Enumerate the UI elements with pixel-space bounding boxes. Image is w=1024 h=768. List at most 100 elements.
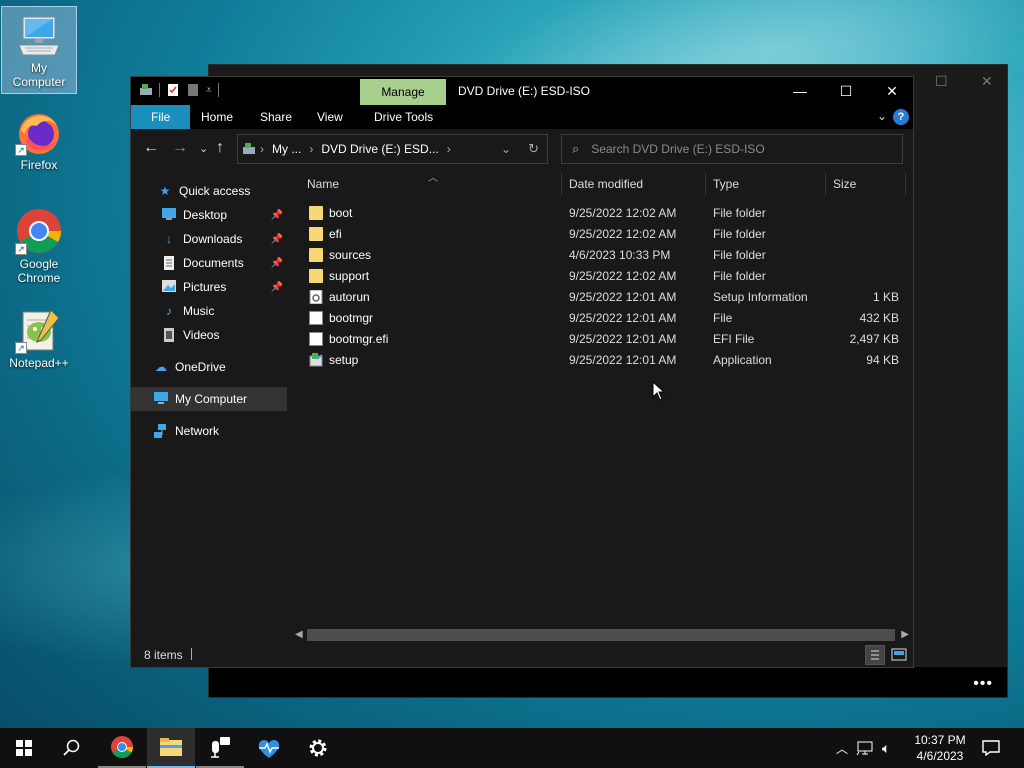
desktop-icon-label: Google Chrome: [17, 257, 61, 285]
tab-home[interactable]: Home: [187, 105, 247, 129]
nav-desktop[interactable]: Desktop 📌: [131, 203, 287, 227]
network-status-icon[interactable]: [856, 740, 874, 756]
tab-view[interactable]: View: [303, 105, 357, 129]
help-icon[interactable]: ?: [893, 109, 909, 125]
column-header-size[interactable]: Size: [833, 169, 856, 199]
maximize-icon[interactable]: ☐: [935, 73, 948, 90]
clock-time: 10:37 PM: [914, 733, 966, 747]
table-row[interactable]: boot 9/25/2022 12:02 AM File folder: [291, 203, 903, 224]
nav-label: Quick access: [179, 184, 251, 198]
file-type: File: [713, 311, 733, 325]
column-header-name[interactable]: Name: [307, 169, 339, 199]
desktop-icon-my-computer[interactable]: My Computer: [1, 6, 77, 94]
breadcrumb-my-computer[interactable]: My ...: [272, 142, 301, 156]
item-count: 8 items: [144, 648, 183, 662]
address-history-icon[interactable]: ⌄: [501, 142, 511, 156]
search-button[interactable]: [48, 728, 96, 768]
desktop-icon-chrome[interactable]: ↗ Google Chrome: [1, 203, 77, 289]
horizontal-scrollbar[interactable]: ◀ ▶: [291, 627, 913, 643]
column-header-date[interactable]: Date modified: [569, 169, 643, 199]
new-folder-icon[interactable]: [186, 83, 200, 97]
nav-label: OneDrive: [175, 360, 226, 374]
separator: [217, 83, 219, 97]
notifications-button[interactable]: [968, 728, 1014, 768]
start-button[interactable]: [0, 728, 48, 768]
large-icons-view-button[interactable]: [889, 645, 909, 665]
file-name: sources: [329, 248, 372, 262]
table-row[interactable]: support 9/25/2022 12:02 AM File folder: [291, 266, 903, 287]
breadcrumb-dvd-drive[interactable]: DVD Drive (E:) ESD...: [321, 142, 438, 156]
computer-icon: [15, 11, 63, 59]
pin-icon[interactable]: 📌: [271, 210, 283, 221]
desktop-icon-notepadpp[interactable]: ↗ Notepad++: [1, 302, 77, 374]
search-input[interactable]: [591, 142, 872, 156]
file-date: 9/25/2022 12:01 AM: [569, 332, 677, 346]
column-divider[interactable]: [905, 173, 906, 195]
tab-share[interactable]: Share: [246, 105, 306, 129]
desktop-icon-label: My Computer: [12, 61, 66, 89]
table-row[interactable]: autorun 9/25/2022 12:01 AM Setup Informa…: [291, 287, 903, 308]
properties-icon[interactable]: [166, 83, 180, 97]
taskbar-voice-recorder[interactable]: [196, 728, 244, 768]
nav-videos[interactable]: Videos: [131, 323, 287, 347]
clock[interactable]: 10:37 PM 4/6/2023: [908, 732, 972, 764]
table-row[interactable]: setup 9/25/2022 12:01 AM Application 94 …: [291, 350, 903, 371]
tab-drive-tools[interactable]: Drive Tools: [360, 105, 447, 129]
minimize-button[interactable]: —: [777, 77, 823, 105]
show-hidden-icons-icon[interactable]: ︿: [836, 740, 848, 757]
file-type: File folder: [713, 206, 766, 220]
recent-locations-icon[interactable]: ⌄: [199, 142, 208, 155]
search-box[interactable]: ⌕: [561, 134, 903, 164]
back-button[interactable]: ←: [143, 139, 159, 157]
nav-pictures[interactable]: Pictures 📌: [131, 275, 287, 299]
taskbar-health-app[interactable]: [245, 728, 293, 768]
taskbar-file-explorer[interactable]: [147, 728, 195, 768]
nav-onedrive[interactable]: ☁ OneDrive: [131, 355, 287, 379]
table-row[interactable]: efi 9/25/2022 12:02 AM File folder: [291, 224, 903, 245]
close-button[interactable]: ✕: [869, 77, 915, 105]
details-view-button[interactable]: [865, 645, 885, 665]
scroll-right-icon[interactable]: ▶: [901, 627, 909, 643]
close-icon[interactable]: ✕: [981, 73, 993, 90]
nav-music[interactable]: ♪ Music: [131, 299, 287, 323]
column-divider[interactable]: [825, 173, 826, 195]
nav-quick-access[interactable]: ★ Quick access: [131, 179, 287, 203]
title-bar[interactable]: ⩡ Manage DVD Drive (E:) ESD-ISO — ☐ ✕: [131, 77, 913, 105]
column-header-type[interactable]: Type: [713, 169, 739, 199]
desktop-icon-firefox[interactable]: ↗ Firefox: [1, 104, 77, 176]
tab-file[interactable]: File: [131, 105, 191, 129]
column-divider[interactable]: [705, 173, 706, 195]
address-bar[interactable]: › My ... › DVD Drive (E:) ESD... › ⌄ ↻: [237, 134, 548, 164]
forward-button[interactable]: →: [172, 139, 188, 157]
file-type: File folder: [713, 269, 766, 283]
folder-icon: [309, 206, 323, 220]
refresh-icon[interactable]: ↻: [528, 141, 539, 157]
customize-qat-icon[interactable]: ⩡: [206, 85, 212, 96]
notepadpp-icon: ↗: [15, 306, 63, 354]
maximize-button[interactable]: ☐: [823, 77, 869, 105]
expand-ribbon-icon[interactable]: ⌄: [877, 109, 887, 123]
taskbar-chrome[interactable]: [98, 728, 146, 768]
nav-documents[interactable]: Documents 📌: [131, 251, 287, 275]
up-button[interactable]: ↑: [216, 139, 224, 157]
scroll-left-icon[interactable]: ◀: [295, 627, 303, 643]
table-row[interactable]: bootmgr 9/25/2022 12:01 AM File 432 KB: [291, 308, 903, 329]
pin-icon[interactable]: 📌: [271, 234, 283, 245]
nav-network[interactable]: Network: [131, 419, 287, 443]
pin-icon[interactable]: 📌: [271, 282, 283, 293]
column-divider[interactable]: [561, 173, 562, 195]
status-divider: [191, 648, 192, 660]
table-row[interactable]: bootmgr.efi 9/25/2022 12:01 AM EFI File …: [291, 329, 903, 350]
tab-manage[interactable]: Manage: [360, 79, 446, 105]
folder-icon: [309, 227, 323, 241]
nav-downloads[interactable]: ↓ Downloads 📌: [131, 227, 287, 251]
more-options-icon[interactable]: •••: [973, 675, 993, 693]
table-row[interactable]: sources 4/6/2023 10:33 PM File folder: [291, 245, 903, 266]
file-type: EFI File: [713, 332, 755, 346]
file-explorer-window[interactable]: ⩡ Manage DVD Drive (E:) ESD-ISO — ☐ ✕ Fi…: [130, 76, 914, 668]
volume-icon[interactable]: 🔈︎: [882, 740, 890, 757]
pin-icon[interactable]: 📌: [271, 258, 283, 269]
scrollbar-thumb[interactable]: [307, 629, 895, 641]
taskbar-settings[interactable]: [294, 728, 342, 768]
nav-my-computer[interactable]: My Computer: [131, 387, 287, 411]
